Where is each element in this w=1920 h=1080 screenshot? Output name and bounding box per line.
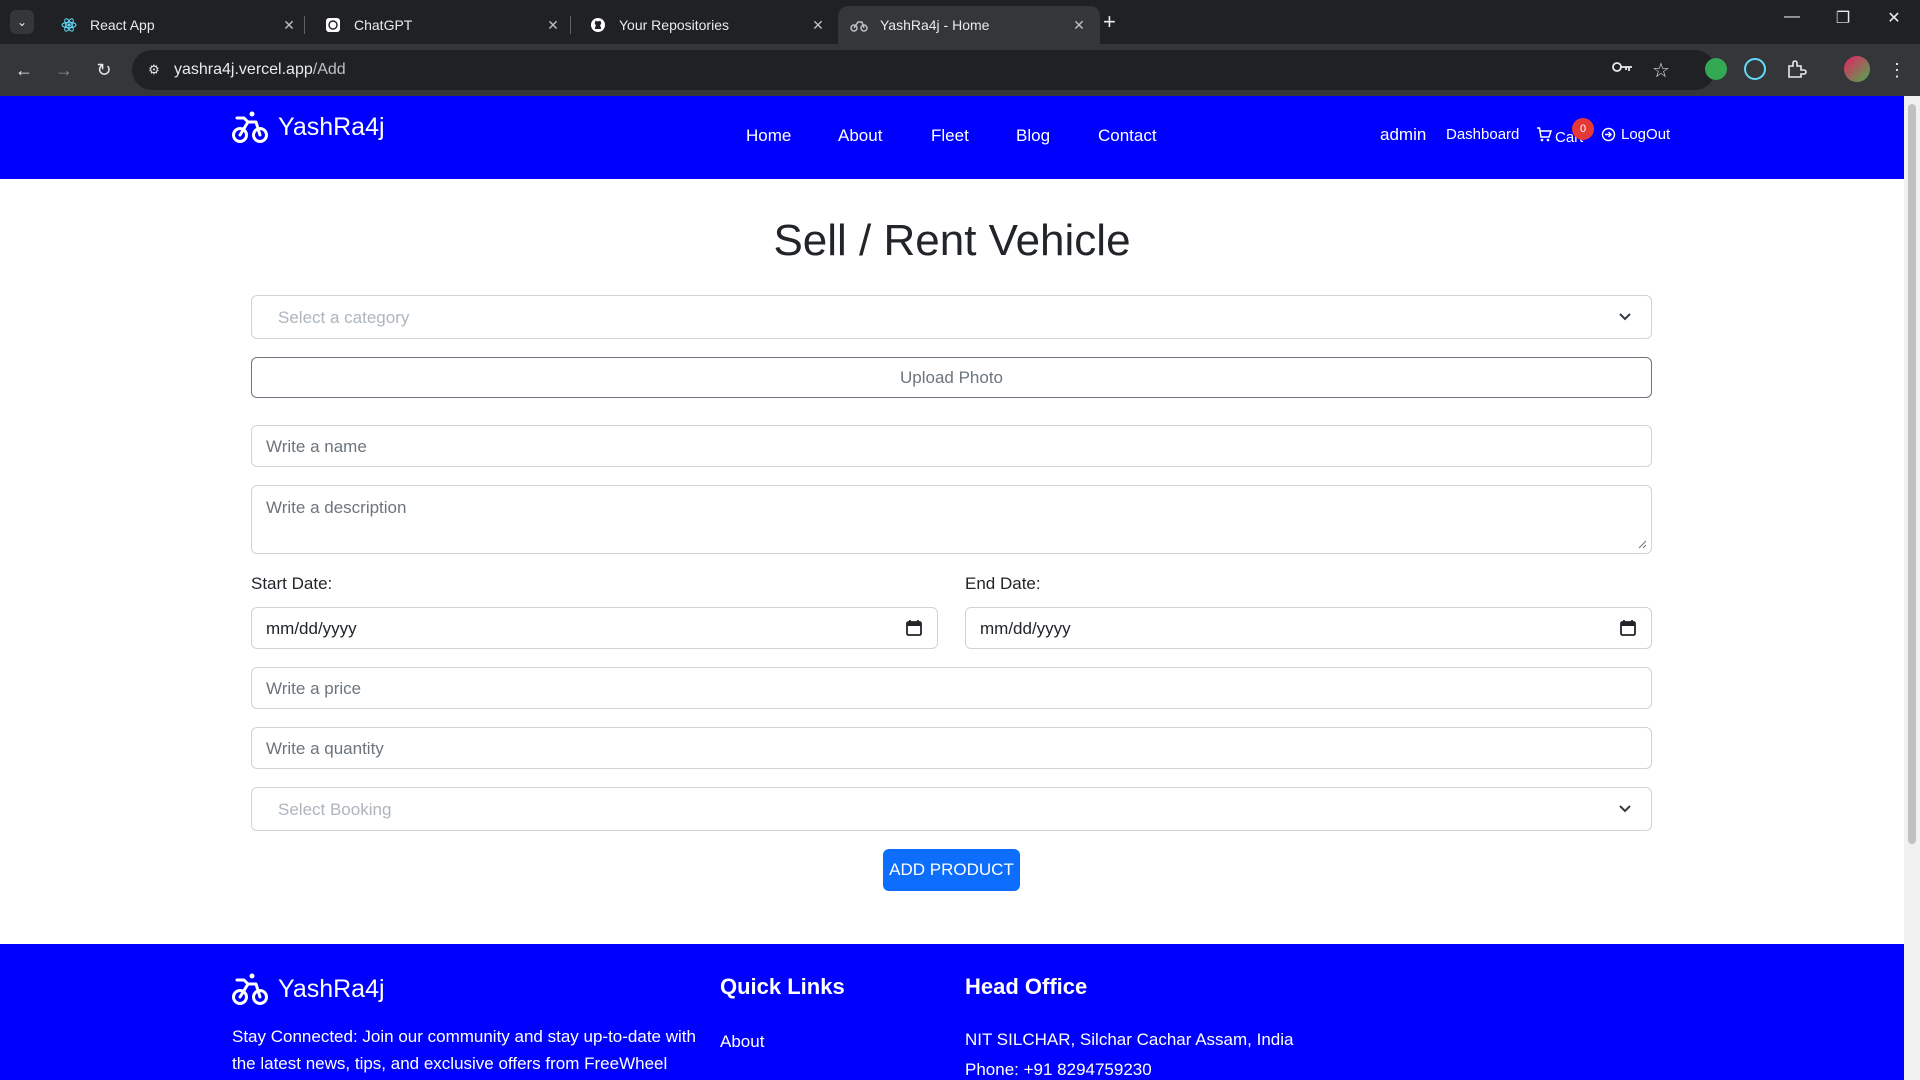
tab-your-repositories[interactable]: Your Repositories ✕ [577, 6, 839, 44]
footer-link-about[interactable]: About [720, 1032, 764, 1052]
description-textarea[interactable]: Write a description [251, 485, 1652, 554]
chevron-down-icon [1619, 805, 1631, 813]
site-navbar: YashRa4j Home About Fleet Blog Contact a… [0, 96, 1904, 179]
close-window-icon[interactable]: ✕ [1871, 8, 1917, 28]
browser-toolbar: ← → ↻ ⚙ yashra4j.vercel.app/Add ☆ ⋮ [0, 44, 1920, 96]
cart-icon [1536, 127, 1553, 146]
nav-contact[interactable]: Contact [1098, 126, 1157, 146]
reload-icon[interactable]: ↻ [92, 58, 116, 82]
page-scrollbar[interactable] [1904, 96, 1920, 1080]
forward-icon[interactable]: → [52, 58, 76, 82]
end-date-label: End Date: [965, 574, 1041, 593]
chatgpt-icon [324, 16, 342, 34]
start-date-label: Start Date: [251, 574, 333, 593]
upload-photo-button[interactable]: Upload Photo [251, 357, 1652, 398]
restore-icon[interactable]: ❐ [1820, 8, 1866, 28]
tab-title: Your Repositories [619, 17, 729, 33]
page-title: Sell / Rent Vehicle [773, 216, 1131, 265]
nav-user-admin[interactable]: admin [1380, 125, 1426, 145]
name-input-placeholder: Write a name [266, 437, 367, 456]
head-office-phone: Phone: +91 8294759230 [965, 1060, 1152, 1079]
address-bar[interactable]: ⚙ yashra4j.vercel.app/Add ☆ [132, 50, 1715, 90]
profile-avatar[interactable] [1844, 56, 1870, 82]
back-icon[interactable]: ← [12, 58, 36, 82]
nav-about[interactable]: About [838, 126, 882, 146]
bike-logo-icon [232, 111, 268, 143]
tab-yashra4j-home[interactable]: YashRa4j - Home ✕ [838, 6, 1100, 44]
tab-chatgpt[interactable]: ChatGPT ✕ [312, 6, 574, 44]
site-footer: YashRa4j Stay Connected: Join our commun… [0, 944, 1904, 1080]
page-viewport: YashRa4j Home About Fleet Blog Contact a… [0, 96, 1904, 1080]
booking-select[interactable]: Select Booking [251, 787, 1652, 831]
quick-links-heading: Quick Links [720, 974, 845, 999]
chrome-menu-icon[interactable]: ⋮ [1885, 58, 1909, 82]
cart-count-badge: 0 [1572, 118, 1594, 140]
url-text: yashra4j.vercel.app/Add [174, 61, 346, 78]
password-key-icon[interactable] [1612, 60, 1634, 79]
name-input[interactable]: Write a name [251, 425, 1652, 467]
head-office-heading: Head Office [965, 974, 1088, 999]
tab-react-app[interactable]: React App ✕ [48, 6, 310, 44]
tab-title: ChatGPT [354, 17, 413, 33]
close-tab-icon[interactable]: ✕ [1070, 17, 1088, 34]
end-date-input[interactable]: mm/dd/yyyy [965, 607, 1652, 649]
brand-name: YashRa4j [278, 112, 385, 141]
site-info-icon[interactable]: ⚙ [144, 60, 164, 80]
nav-home[interactable]: Home [746, 126, 791, 146]
bike-icon [850, 16, 868, 34]
nav-dashboard[interactable]: Dashboard [1446, 126, 1519, 143]
calendar-icon[interactable] [905, 619, 923, 637]
extensions-puzzle-icon[interactable] [1785, 58, 1807, 80]
footer-brand-logo[interactable]: YashRa4j [232, 972, 385, 1006]
brand-logo[interactable]: YashRa4j [232, 110, 385, 144]
tab-title: YashRa4j - Home [880, 17, 990, 33]
footer-tagline: Stay Connected: Join our community and s… [232, 1027, 696, 1073]
extension-plus-icon[interactable] [1705, 58, 1727, 80]
github-icon [589, 16, 607, 34]
chevron-down-icon [1619, 313, 1631, 321]
price-input[interactable]: Write a price [251, 667, 1652, 709]
browser-tab-bar: ⌄ React App ✕ ChatGPT ✕ Your Repositorie… [0, 0, 1920, 44]
close-tab-icon[interactable]: ✕ [280, 17, 298, 34]
react-devtools-icon[interactable] [1744, 58, 1766, 80]
logout-icon [1601, 127, 1616, 146]
react-icon [60, 16, 78, 34]
price-input-placeholder: Write a price [266, 679, 362, 698]
close-tab-icon[interactable]: ✕ [544, 17, 562, 34]
close-tab-icon[interactable]: ✕ [809, 17, 827, 34]
booking-select-placeholder: Select Booking [278, 800, 392, 819]
minimize-icon[interactable]: — [1769, 8, 1815, 26]
category-select-placeholder: Select a category [278, 308, 410, 327]
add-product-button[interactable]: ADD PRODUCT [883, 849, 1020, 891]
description-placeholder: Write a description [266, 498, 407, 517]
tab-search-dropdown-icon[interactable]: ⌄ [10, 10, 34, 34]
quantity-input-placeholder: Write a quantity [266, 739, 384, 758]
head-office-address: NIT SILCHAR, Silchar Cachar Assam, India [965, 1030, 1294, 1049]
footer-brand-name: YashRa4j [278, 974, 385, 1003]
category-select[interactable]: Select a category [251, 295, 1652, 339]
start-date-placeholder: mm/dd/yyyy [266, 619, 357, 638]
scrollbar-thumb[interactable] [1908, 104, 1916, 844]
calendar-icon[interactable] [1619, 619, 1637, 637]
resize-handle-icon[interactable] [1637, 539, 1647, 549]
start-date-input[interactable]: mm/dd/yyyy [251, 607, 938, 649]
bike-logo-icon [232, 973, 268, 1005]
quantity-input[interactable]: Write a quantity [251, 727, 1652, 769]
nav-blog[interactable]: Blog [1016, 126, 1050, 146]
bookmark-star-icon[interactable]: ☆ [1652, 58, 1670, 83]
new-tab-plus-icon[interactable]: + [1103, 10, 1116, 34]
nav-logout[interactable]: LogOut [1621, 126, 1670, 143]
nav-fleet[interactable]: Fleet [931, 126, 969, 146]
tab-title: React App [90, 17, 155, 33]
end-date-placeholder: mm/dd/yyyy [980, 619, 1071, 638]
